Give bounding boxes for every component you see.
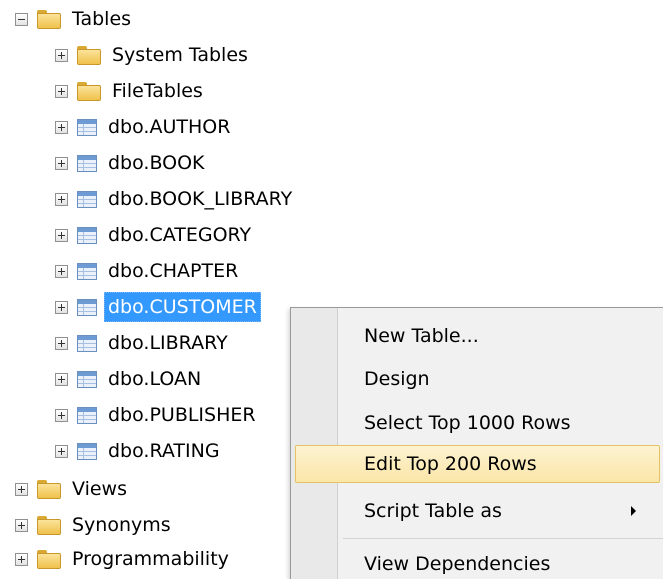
expand-icon[interactable] — [55, 264, 68, 278]
submenu-arrow-icon — [631, 506, 636, 516]
expand-icon[interactable] — [15, 518, 28, 532]
table-icon — [77, 442, 97, 460]
expand-icon[interactable] — [15, 482, 28, 496]
tree-node-system-tables[interactable]: System Tables — [55, 38, 252, 72]
folder-icon — [37, 479, 61, 499]
menu-item-edit-top-200-rows[interactable]: Edit Top 200 Rows — [295, 445, 660, 483]
menu-item-script-table-as[interactable]: Script Table as — [295, 492, 660, 530]
expand-icon[interactable] — [55, 336, 68, 350]
folder-icon — [77, 81, 101, 101]
expand-icon[interactable] — [55, 228, 68, 242]
expand-icon[interactable] — [15, 552, 28, 566]
tree-node-label: dbo.BOOK_LIBRARY — [108, 188, 293, 210]
table-icon — [77, 298, 97, 316]
table-icon — [77, 226, 97, 244]
tree-node-table[interactable]: dbo.PUBLISHER — [55, 398, 260, 432]
tree-node-label: dbo.RATING — [108, 440, 220, 462]
table-icon — [77, 154, 97, 172]
menu-item-select-top-1000-rows[interactable]: Select Top 1000 Rows — [295, 404, 660, 442]
expand-icon[interactable] — [55, 48, 68, 62]
menu-item-design[interactable]: Design — [295, 360, 660, 398]
table-icon — [77, 406, 97, 424]
menu-item-view-dependencies[interactable]: View Dependencies — [295, 545, 660, 579]
folder-icon — [37, 549, 61, 569]
tree-node-label: dbo.BOOK — [108, 152, 205, 174]
menu-item-label: Design — [364, 368, 430, 390]
tree-node-table[interactable]: dbo.RATING — [55, 434, 224, 468]
tree-node-table[interactable]: dbo.BOOK_LIBRARY — [55, 182, 296, 216]
table-icon — [77, 262, 97, 280]
tree-node-label: dbo.CHAPTER — [108, 260, 239, 282]
menu-item-label: New Table... — [364, 325, 479, 347]
tree-node-label: dbo.LIBRARY — [108, 332, 228, 354]
menu-item-label: Script Table as — [364, 500, 502, 522]
tree-node-table[interactable]: dbo.LIBRARY — [55, 326, 232, 360]
tree-node-label: FileTables — [112, 80, 203, 102]
tree-node-label: Views — [72, 478, 127, 500]
table-icon — [77, 370, 97, 388]
expand-icon[interactable] — [55, 156, 68, 170]
tree-node-views[interactable]: Views — [15, 472, 131, 506]
expand-icon[interactable] — [55, 372, 68, 386]
expand-icon[interactable] — [55, 84, 68, 98]
expand-icon[interactable] — [55, 300, 68, 314]
object-explorer: Tables System Tables FileTables dbo.AUTH… — [0, 0, 663, 579]
tree-node-table[interactable]: dbo.CATEGORY — [55, 218, 255, 252]
table-icon — [77, 118, 97, 136]
table-icon — [77, 334, 97, 352]
tree-node-table[interactable]: dbo.CHAPTER — [55, 254, 242, 288]
tree-node-table[interactable]: dbo.LOAN — [55, 362, 205, 396]
menu-separator — [343, 538, 663, 539]
collapse-icon[interactable] — [15, 12, 28, 26]
context-menu: New Table... Design Select Top 1000 Rows… — [290, 307, 663, 579]
table-icon — [77, 190, 97, 208]
tree-node-label: dbo.CUSTOMER — [104, 292, 261, 322]
folder-icon — [37, 9, 61, 29]
tree-node-filetables[interactable]: FileTables — [55, 74, 207, 108]
expand-icon[interactable] — [55, 444, 68, 458]
folder-icon — [37, 515, 61, 535]
tree-node-label: dbo.PUBLISHER — [108, 404, 256, 426]
tree-node-table[interactable]: dbo.BOOK — [55, 146, 209, 180]
tree-node-programmability[interactable]: Programmability — [15, 542, 233, 576]
tree-node-label: Tables — [72, 8, 132, 30]
tree-node-table[interactable]: dbo.AUTHOR — [55, 110, 234, 144]
menu-item-new-table[interactable]: New Table... — [295, 317, 660, 355]
expand-icon[interactable] — [55, 120, 68, 134]
tree-node-label: Synonyms — [72, 514, 171, 536]
menu-item-label: Select Top 1000 Rows — [364, 412, 571, 434]
tree-node-label: dbo.CATEGORY — [108, 224, 252, 246]
menu-item-label: Edit Top 200 Rows — [364, 453, 537, 475]
tree-node-label: Programmability — [72, 548, 229, 570]
tree-node-table-selected[interactable]: dbo.CUSTOMER — [55, 290, 261, 324]
tree-node-synonyms[interactable]: Synonyms — [15, 508, 175, 542]
folder-icon — [77, 45, 101, 65]
tree-node-tables[interactable]: Tables — [15, 2, 135, 36]
tree-node-label: dbo.LOAN — [108, 368, 202, 390]
expand-icon[interactable] — [55, 408, 68, 422]
expand-icon[interactable] — [55, 192, 68, 206]
tree-node-label: System Tables — [112, 44, 248, 66]
tree-node-label: dbo.AUTHOR — [108, 116, 231, 138]
menu-item-label: View Dependencies — [364, 553, 551, 575]
